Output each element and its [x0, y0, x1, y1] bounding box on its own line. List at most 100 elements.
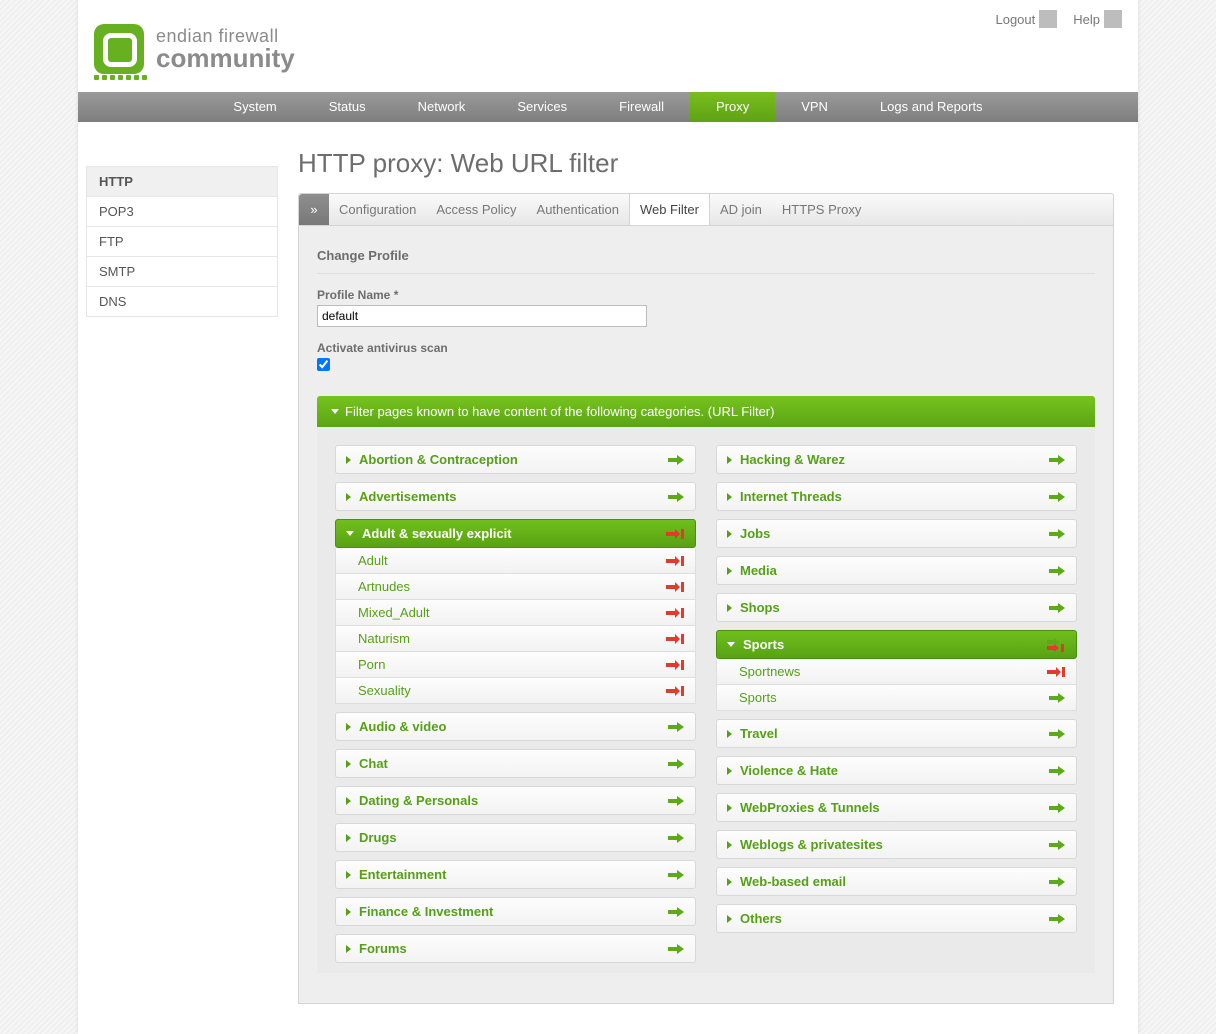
- category-hacking-warez[interactable]: Hacking & Warez: [716, 445, 1077, 474]
- category-chat[interactable]: Chat: [335, 749, 696, 778]
- sidebar-item-ftp[interactable]: FTP: [87, 227, 277, 257]
- pass-icon[interactable]: [667, 721, 685, 733]
- block-icon[interactable]: [665, 555, 685, 567]
- category-sports[interactable]: Sports: [716, 630, 1077, 659]
- tab-web-filter[interactable]: Web Filter: [629, 194, 710, 225]
- mainnav-item-proxy[interactable]: Proxy: [690, 92, 775, 122]
- tab-ad-join[interactable]: AD join: [710, 194, 772, 225]
- block-icon[interactable]: [665, 528, 685, 540]
- subcategory-sports[interactable]: Sports: [716, 685, 1077, 711]
- tab-configuration[interactable]: Configuration: [329, 194, 426, 225]
- chevron-right-icon: [346, 493, 351, 501]
- pass-icon[interactable]: [667, 943, 685, 955]
- mainnav-item-system[interactable]: System: [207, 92, 302, 122]
- sidebar-item-smtp[interactable]: SMTP: [87, 257, 277, 287]
- pass-icon[interactable]: [667, 906, 685, 918]
- category-abortion-contraception[interactable]: Abortion & Contraception: [335, 445, 696, 474]
- pass-icon[interactable]: [1048, 802, 1066, 814]
- pass-icon[interactable]: [1048, 454, 1066, 466]
- main-content: HTTP proxy: Web URL filter » Configurati…: [278, 122, 1138, 1034]
- category-jobs[interactable]: Jobs: [716, 519, 1077, 548]
- subcategory-label: Sports: [739, 690, 777, 705]
- pass-icon[interactable]: [667, 795, 685, 807]
- category-violence-hate[interactable]: Violence & Hate: [716, 756, 1077, 785]
- pass-icon[interactable]: [1048, 876, 1066, 888]
- pass-icon[interactable]: [667, 454, 685, 466]
- block-icon[interactable]: [1046, 666, 1066, 678]
- block-icon[interactable]: [665, 685, 685, 697]
- sidebar-item-http[interactable]: HTTP: [87, 167, 277, 197]
- subcategory-sportnews[interactable]: Sportnews: [716, 659, 1077, 685]
- block-icon[interactable]: [665, 633, 685, 645]
- profile-name-input[interactable]: [317, 305, 647, 327]
- category-adult-sexually-explicit[interactable]: Adult & sexually explicit: [335, 519, 696, 548]
- category-finance-investment[interactable]: Finance & Investment: [335, 897, 696, 926]
- pass-icon[interactable]: [1048, 728, 1066, 740]
- sidebar: HTTPPOP3FTPSMTPDNS: [78, 122, 278, 1034]
- pass-icon[interactable]: [1048, 565, 1066, 577]
- mainnav-item-network[interactable]: Network: [392, 92, 492, 122]
- mainnav-item-logs-and-reports[interactable]: Logs and Reports: [854, 92, 1009, 122]
- pass-icon[interactable]: [667, 491, 685, 503]
- antivirus-checkbox[interactable]: [317, 358, 330, 371]
- pass-icon[interactable]: [1048, 765, 1066, 777]
- mainnav-item-status[interactable]: Status: [303, 92, 392, 122]
- chevron-right-icon: [727, 493, 732, 501]
- subcategory-porn[interactable]: Porn: [335, 652, 696, 678]
- subcategory-artnudes[interactable]: Artnudes: [335, 574, 696, 600]
- mainnav-item-firewall[interactable]: Firewall: [593, 92, 690, 122]
- pass-icon[interactable]: [667, 869, 685, 881]
- tab-https-proxy[interactable]: HTTPS Proxy: [772, 194, 871, 225]
- logout-link[interactable]: Logout: [995, 10, 1057, 28]
- pass-icon[interactable]: [1048, 839, 1066, 851]
- subcategory-label: Adult: [358, 553, 388, 568]
- sidebar-item-pop3[interactable]: POP3: [87, 197, 277, 227]
- subcategory-naturism[interactable]: Naturism: [335, 626, 696, 652]
- category-label: Others: [740, 911, 782, 926]
- category-label: Shops: [740, 600, 780, 615]
- category-shops[interactable]: Shops: [716, 593, 1077, 622]
- chevron-right-icon: [727, 456, 732, 464]
- tab-access-policy[interactable]: Access Policy: [426, 194, 526, 225]
- block-icon[interactable]: [665, 581, 685, 593]
- pass-icon[interactable]: [1048, 528, 1066, 540]
- mixed-icon[interactable]: [1044, 638, 1066, 652]
- category-internet-threads[interactable]: Internet Threads: [716, 482, 1077, 511]
- pass-icon[interactable]: [1048, 692, 1066, 704]
- pass-icon[interactable]: [1048, 491, 1066, 503]
- pass-icon[interactable]: [667, 832, 685, 844]
- url-filter-header[interactable]: Filter pages known to have content of th…: [317, 396, 1095, 427]
- block-icon[interactable]: [665, 607, 685, 619]
- sidebar-item-dns[interactable]: DNS: [87, 287, 277, 316]
- mainnav-item-services[interactable]: Services: [491, 92, 593, 122]
- subcategory-label: Naturism: [358, 631, 410, 646]
- category-advertisements[interactable]: Advertisements: [335, 482, 696, 511]
- category-label: Abortion & Contraception: [359, 452, 518, 467]
- category-label: Jobs: [740, 526, 770, 541]
- subcategory-adult[interactable]: Adult: [335, 548, 696, 574]
- tab-authentication[interactable]: Authentication: [527, 194, 629, 225]
- subcategory-sexuality[interactable]: Sexuality: [335, 678, 696, 704]
- pass-icon[interactable]: [1048, 913, 1066, 925]
- category-entertainment[interactable]: Entertainment: [335, 860, 696, 889]
- category-forums[interactable]: Forums: [335, 934, 696, 963]
- category-audio-video[interactable]: Audio & video: [335, 712, 696, 741]
- category-label: Media: [740, 563, 777, 578]
- subcategory-label: Mixed_Adult: [358, 605, 430, 620]
- category-drugs[interactable]: Drugs: [335, 823, 696, 852]
- category-web-based-email[interactable]: Web-based email: [716, 867, 1077, 896]
- chevron-right-icon: [346, 760, 351, 768]
- category-dating-personals[interactable]: Dating & Personals: [335, 786, 696, 815]
- pass-icon[interactable]: [667, 758, 685, 770]
- category-webproxies-tunnels[interactable]: WebProxies & Tunnels: [716, 793, 1077, 822]
- category-media[interactable]: Media: [716, 556, 1077, 585]
- subtabs-collapse-icon[interactable]: »: [299, 194, 329, 225]
- subcategory-mixed-adult[interactable]: Mixed_Adult: [335, 600, 696, 626]
- category-weblogs-privatesites[interactable]: Weblogs & privatesites: [716, 830, 1077, 859]
- mainnav-item-vpn[interactable]: VPN: [775, 92, 854, 122]
- block-icon[interactable]: [665, 659, 685, 671]
- category-travel[interactable]: Travel: [716, 719, 1077, 748]
- help-link[interactable]: Help: [1073, 10, 1122, 28]
- pass-icon[interactable]: [1048, 602, 1066, 614]
- category-others[interactable]: Others: [716, 904, 1077, 933]
